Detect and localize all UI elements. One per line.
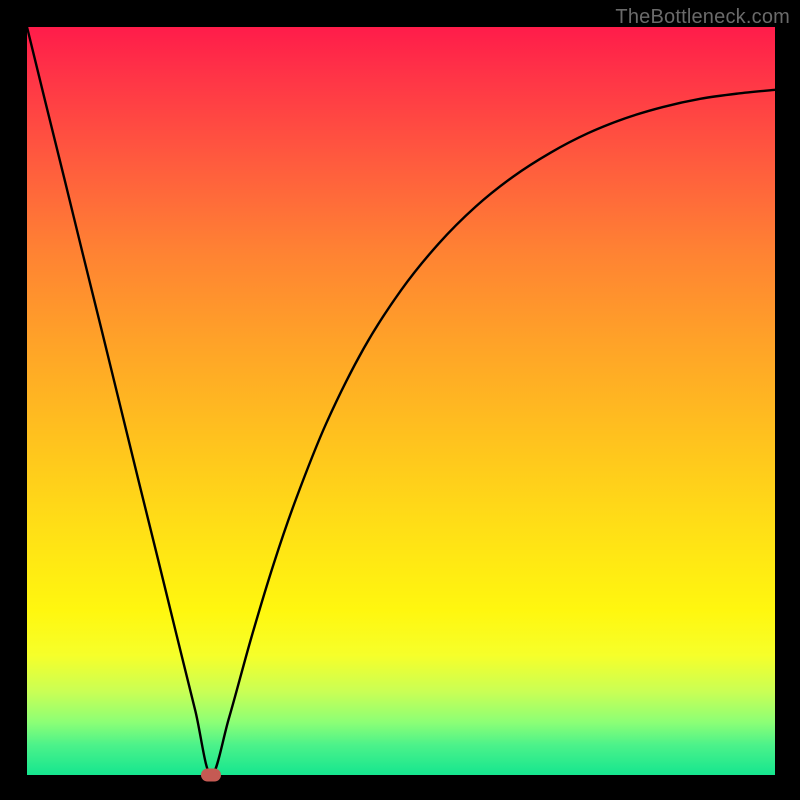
minimum-marker	[201, 769, 221, 782]
chart-frame: TheBottleneck.com	[0, 0, 800, 800]
plot-area	[27, 27, 775, 775]
curve-svg	[27, 27, 775, 775]
watermark-text: TheBottleneck.com	[615, 6, 790, 29]
bottleneck-curve	[27, 27, 775, 775]
